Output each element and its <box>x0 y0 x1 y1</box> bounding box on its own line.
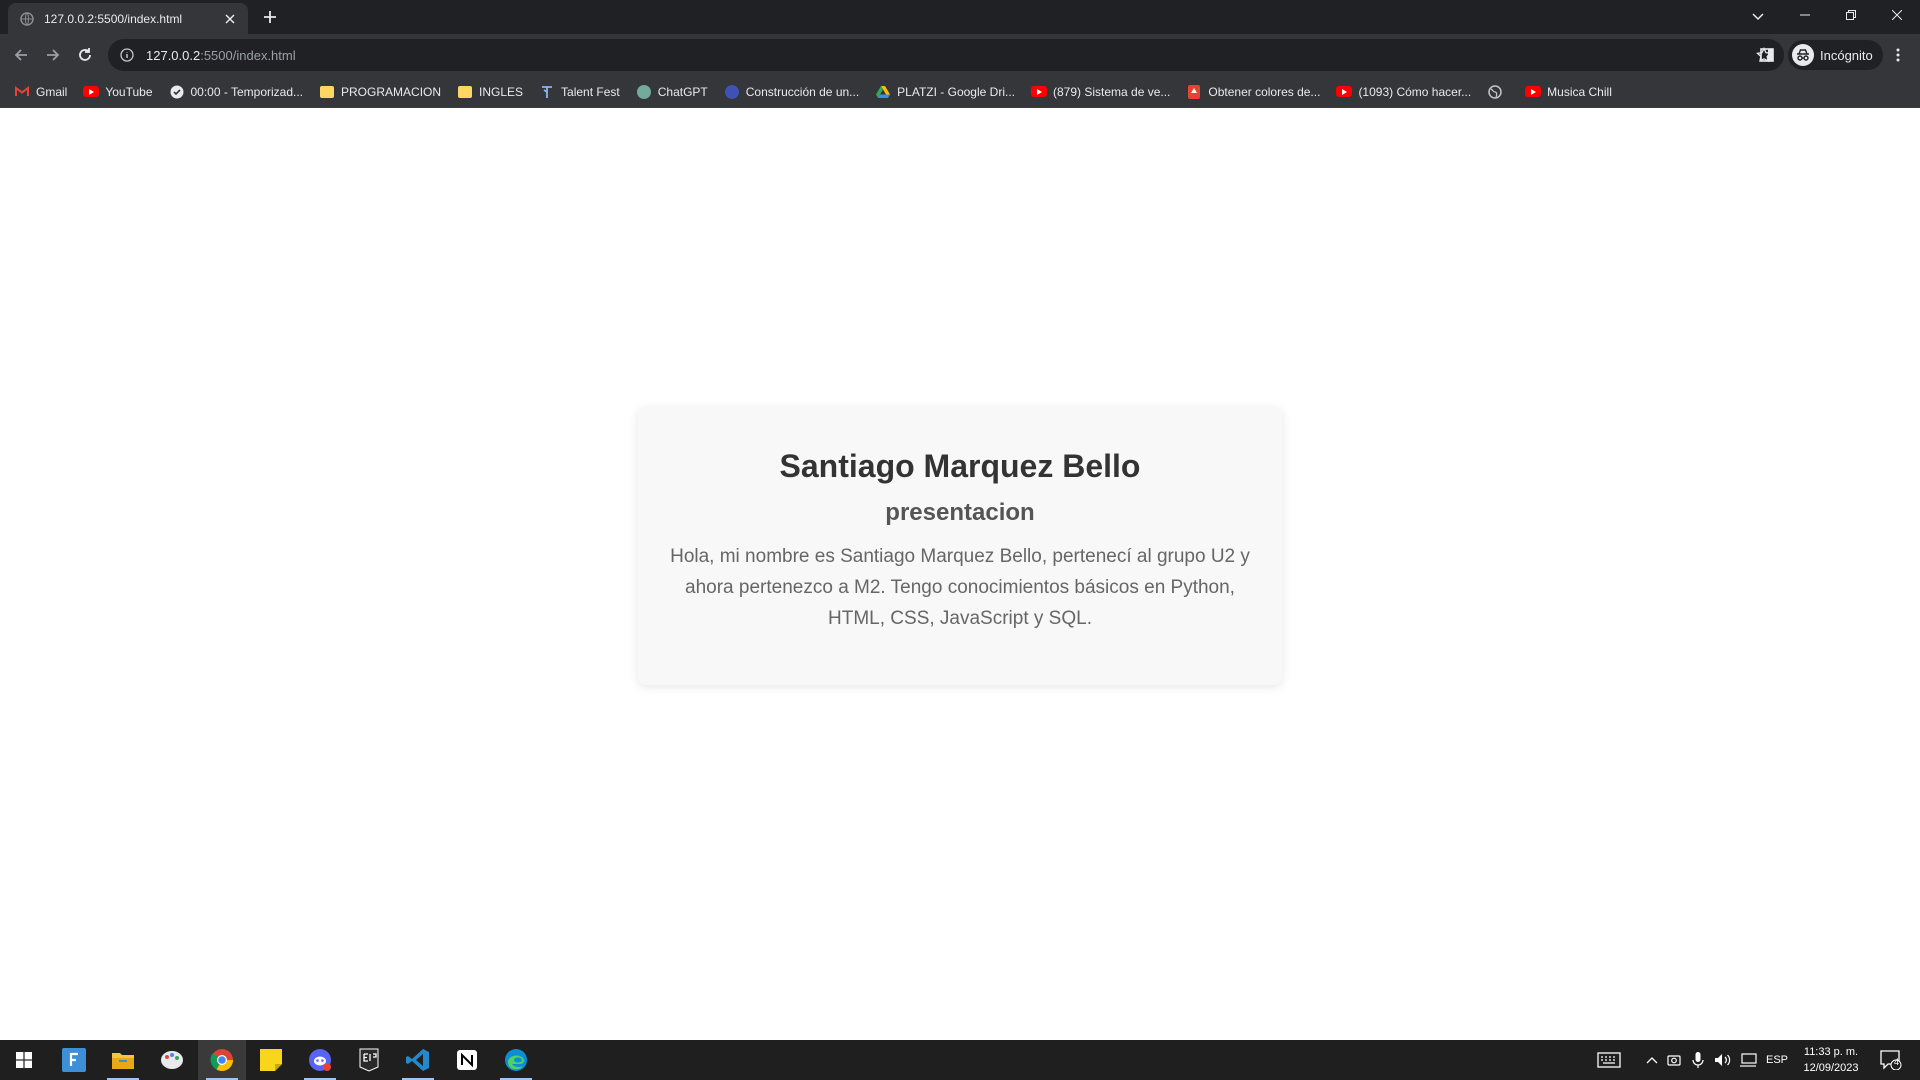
incognito-icon <box>1792 44 1814 66</box>
globe-icon <box>724 84 740 100</box>
reload-icon[interactable] <box>73 43 97 67</box>
tab-title: 127.0.0.2:5500/index.html <box>44 11 183 26</box>
browser-tab[interactable]: 127.0.0.2:5500/index.html <box>8 3 248 34</box>
side-panel-icon[interactable] <box>1755 43 1779 67</box>
globe-icon <box>1487 84 1503 100</box>
network-icon[interactable] <box>1737 1040 1759 1080</box>
clock-date: 12/09/2023 <box>1803 1062 1859 1074</box>
discord-icon[interactable] <box>296 1040 344 1080</box>
youtube-icon <box>1030 84 1047 100</box>
epic-games-icon[interactable] <box>345 1040 393 1080</box>
bookmark-construccion[interactable]: Construcción de un... <box>718 79 865 105</box>
folder-icon <box>319 84 335 100</box>
close-window-icon[interactable] <box>1874 0 1920 30</box>
youtube-icon <box>1336 84 1353 100</box>
site-info-icon[interactable] <box>118 46 136 64</box>
chrome-taskbar-icon[interactable] <box>198 1040 246 1080</box>
vscode-icon[interactable] <box>394 1040 442 1080</box>
windows-taskbar: ESP 11:33 p. m. 12/09/2023 4 <box>0 1040 1920 1080</box>
incognito-profile-button[interactable]: Incógnito <box>1788 40 1883 70</box>
bookmark-folder-ingles[interactable]: INGLES <box>451 79 529 105</box>
volume-icon[interactable] <box>1712 1040 1734 1080</box>
tab-strip: 127.0.0.2:5500/index.html <box>0 0 1920 34</box>
page-viewport: Santiago Marquez Bello presentacion Hola… <box>0 109 1920 1040</box>
globe-icon <box>20 11 34 26</box>
youtube-icon <box>83 84 100 100</box>
bookmark-chatgpt[interactable]: ChatGPT <box>630 79 714 105</box>
notification-center-icon[interactable]: 4 <box>1874 1040 1908 1080</box>
presentation-card: Santiago Marquez Bello presentacion Hola… <box>638 407 1282 685</box>
gmail-icon <box>14 84 30 100</box>
restore-icon[interactable] <box>1828 0 1874 30</box>
url-path: :5500/index.html <box>200 47 296 63</box>
notification-count: 4 <box>1894 1057 1900 1067</box>
bookmark-folder-programacion[interactable]: PROGRAMACION <box>313 79 447 105</box>
bookmark-talent-fest[interactable]: Talent Fest <box>533 79 626 105</box>
card-subtitle: presentacion <box>885 499 1035 526</box>
color-picker-icon <box>1186 84 1202 100</box>
camera-icon[interactable] <box>1664 1040 1684 1080</box>
card-name-heading: Santiago Marquez Bello <box>779 448 1141 484</box>
bookmark-platzi-drive[interactable]: PLATZI - Google Dri... <box>869 79 1021 105</box>
input-language-indicator[interactable]: ESP <box>1762 1040 1792 1080</box>
url-host: 127.0.0.2 <box>146 47 201 63</box>
chrome-menu-icon[interactable] <box>1886 43 1910 67</box>
sticky-notes-icon[interactable] <box>247 1040 295 1080</box>
incognito-label: Incógnito <box>1820 47 1873 63</box>
edge-icon[interactable] <box>492 1040 540 1080</box>
address-bar[interactable]: 127.0.0.2 :5500/index.html <box>108 39 1784 71</box>
tray-chevron-up-icon[interactable] <box>1642 1040 1662 1080</box>
bookmark-gmail[interactable]: Gmail <box>8 79 73 105</box>
notion-icon[interactable] <box>443 1040 491 1080</box>
taskbar-clock[interactable]: 11:33 p. m. 12/09/2023 <box>1796 1044 1866 1076</box>
bookmarks-bar: Gmail YouTube 00:00 - Temporizad... PROG… <box>0 76 1920 108</box>
folder-icon <box>457 84 473 100</box>
bookmark-youtube-879[interactable]: (879) Sistema de ve... <box>1025 79 1176 105</box>
bookmark-timer[interactable]: 00:00 - Temporizad... <box>163 79 310 105</box>
microphone-icon[interactable] <box>1688 1040 1708 1080</box>
new-tab-icon[interactable] <box>258 5 282 29</box>
keyboard-layout-icon[interactable] <box>1594 1040 1624 1080</box>
forward-arrow-icon[interactable] <box>41 43 65 67</box>
back-arrow-icon[interactable] <box>9 43 33 67</box>
card-body-text: Hola, mi nombre es Santiago Marquez Bell… <box>670 546 1250 629</box>
taskbar-app-f-icon[interactable] <box>50 1040 98 1080</box>
bookmark-musica-chill[interactable]: Musica Chill <box>1519 79 1618 105</box>
talent-fest-icon <box>539 84 555 100</box>
close-tab-icon[interactable] <box>222 11 238 27</box>
browser-toolbar: 127.0.0.2 :5500/index.html Incógnito <box>0 34 1920 76</box>
tab-search-icon[interactable] <box>1746 5 1770 29</box>
youtube-icon <box>1525 84 1542 100</box>
bookmark-globe[interactable] <box>1481 79 1515 105</box>
windows-start-icon[interactable] <box>0 1040 48 1080</box>
paint-app-icon[interactable] <box>148 1040 196 1080</box>
timer-icon <box>169 84 185 100</box>
chatgpt-icon <box>636 84 652 100</box>
clock-time: 11:33 p. m. <box>1803 1046 1859 1058</box>
minimize-icon[interactable] <box>1782 0 1828 30</box>
bookmark-youtube[interactable]: YouTube <box>77 79 158 105</box>
file-explorer-icon[interactable] <box>99 1040 147 1080</box>
bookmark-obtener-colores[interactable]: Obtener colores de... <box>1180 79 1326 105</box>
google-drive-icon <box>875 84 891 100</box>
bookmark-youtube-1093[interactable]: (1093) Cómo hacer... <box>1330 79 1477 105</box>
